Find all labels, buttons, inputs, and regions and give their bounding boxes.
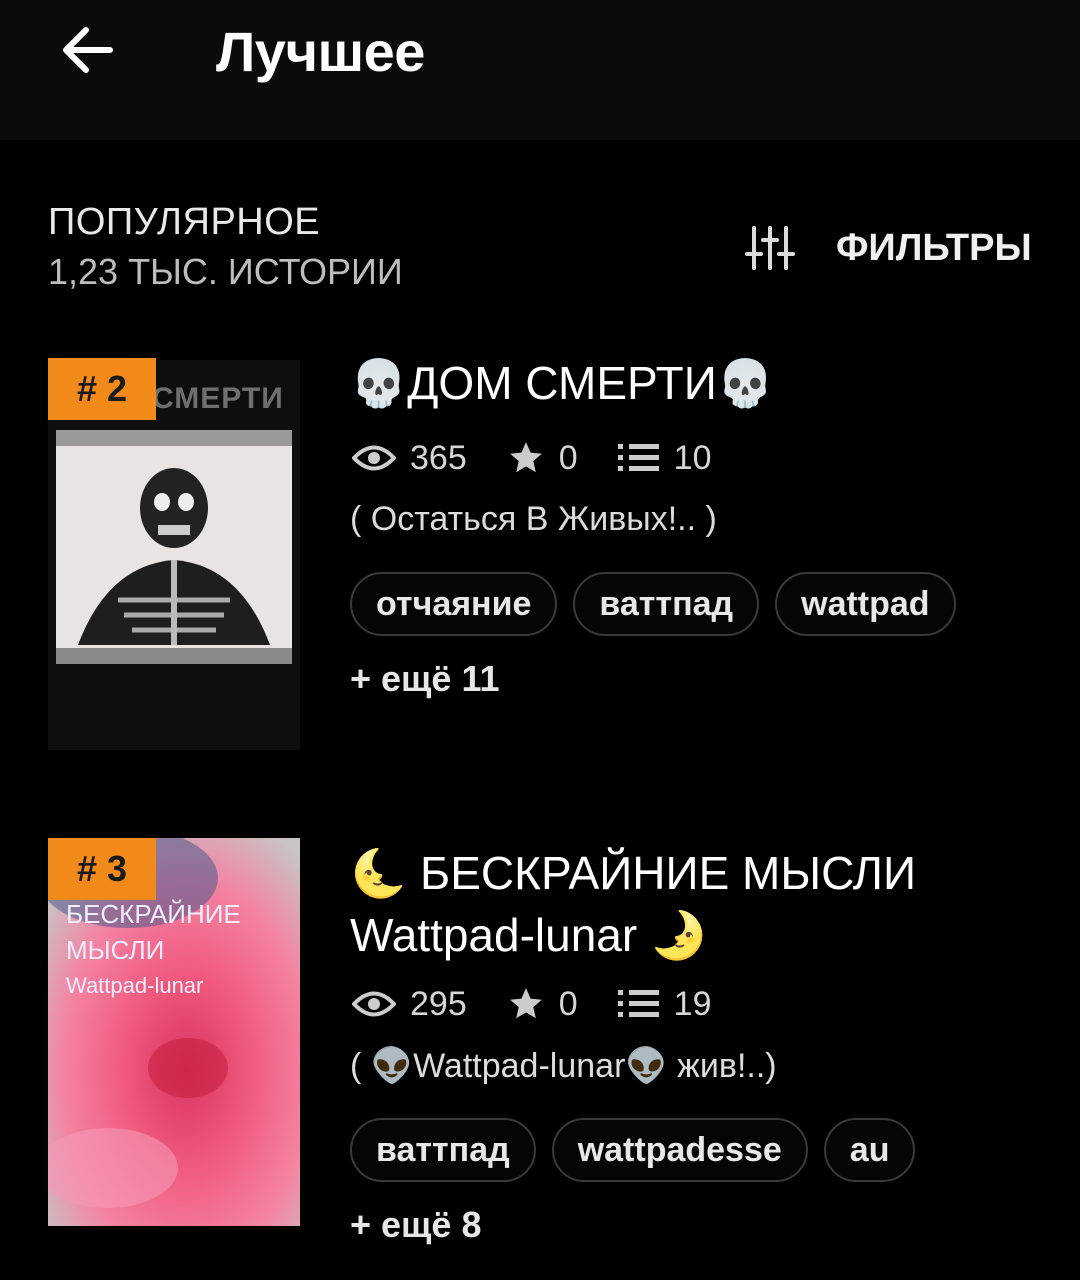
tag-chip[interactable]: wattpadesse — [551, 1118, 808, 1182]
more-tags-link[interactable]: + ещё 11 — [350, 658, 500, 700]
story-title[interactable]: 🌜 БЕСКРАЙНИЕ МЫСЛИ Wattpad-lunar 🌛 — [350, 842, 1050, 966]
app-bar: Лучшее — [0, 0, 1080, 140]
filters-button[interactable]: ФИЛЬТРЫ — [744, 218, 1032, 278]
votes-stat: 0 — [507, 985, 578, 1024]
eye-icon — [352, 445, 396, 471]
votes-stat: 0 — [507, 439, 578, 478]
parts-stat: 19 — [617, 984, 712, 1024]
cover-line: Wattpad-lunar — [66, 973, 204, 998]
parts-stat: 10 — [617, 438, 712, 478]
back-button[interactable] — [52, 18, 122, 82]
story-title-line: Wattpad-lunar 🌛 — [350, 909, 708, 961]
arrow-left-icon — [63, 27, 113, 73]
tag-chip[interactable]: ваттпад — [350, 1118, 536, 1182]
views-stat: 365 — [352, 439, 467, 478]
tag-chip[interactable]: отчаяние — [350, 572, 558, 636]
section-header: ПОПУЛЯРНОЕ 1,23 ТЫС. ИСТОРИИ — [48, 200, 403, 294]
parts-count: 10 — [673, 438, 712, 477]
tag-chip[interactable]: au — [823, 1118, 916, 1182]
story-stats: 365 0 10 — [352, 436, 751, 480]
rank-badge: # 3 — [48, 838, 156, 900]
parts-count: 19 — [673, 984, 712, 1023]
views-stat: 295 — [352, 985, 467, 1024]
sliders-icon — [745, 226, 795, 270]
eye-icon — [352, 991, 396, 1017]
cover-line: МЫСЛИ — [66, 935, 165, 965]
tag-chip[interactable]: wattpad — [775, 572, 956, 636]
views-count: 365 — [410, 438, 467, 477]
list-icon — [617, 444, 659, 471]
cover-line: БЕСКРАЙНИЕ — [66, 899, 241, 929]
story-stats: 295 0 19 — [352, 982, 751, 1026]
tag-list: ваттпад wattpadesse au — [350, 1118, 931, 1182]
star-icon — [509, 988, 542, 1019]
story-title-line: 🌜 БЕСКРАЙНИЕ МЫСЛИ — [350, 847, 917, 899]
views-count: 295 — [410, 984, 467, 1023]
rank-badge: # 2 — [48, 358, 156, 420]
story-title[interactable]: 💀ДОМ СМЕРТИ💀 — [350, 352, 1050, 414]
more-tags-link[interactable]: + ещё 8 — [350, 1204, 481, 1246]
tag-chip[interactable]: ваттпад — [573, 572, 760, 636]
cover-title-text: СМЕРТИ — [152, 382, 284, 415]
story-description: ( 👽Wattpad-lunar👽 жив!..) — [350, 1047, 777, 1085]
story-description: ( Остаться В Живых!.. ) — [350, 500, 717, 538]
filters-label: ФИЛЬТРЫ — [836, 226, 1032, 269]
votes-count: 0 — [558, 438, 578, 477]
star-icon — [509, 442, 542, 473]
tag-list: отчаяние ваттпад wattpad — [350, 572, 972, 636]
page-title: Лучшее — [216, 20, 425, 83]
list-icon — [617, 990, 659, 1017]
cover-text: БЕСКРАЙНИЕ МЫСЛИ Wattpad-lunar — [66, 896, 241, 1004]
votes-count: 0 — [558, 984, 578, 1023]
story-count: 1,23 ТЫС. ИСТОРИИ — [48, 251, 403, 292]
section-title: ПОПУЛЯРНОЕ — [48, 201, 321, 243]
